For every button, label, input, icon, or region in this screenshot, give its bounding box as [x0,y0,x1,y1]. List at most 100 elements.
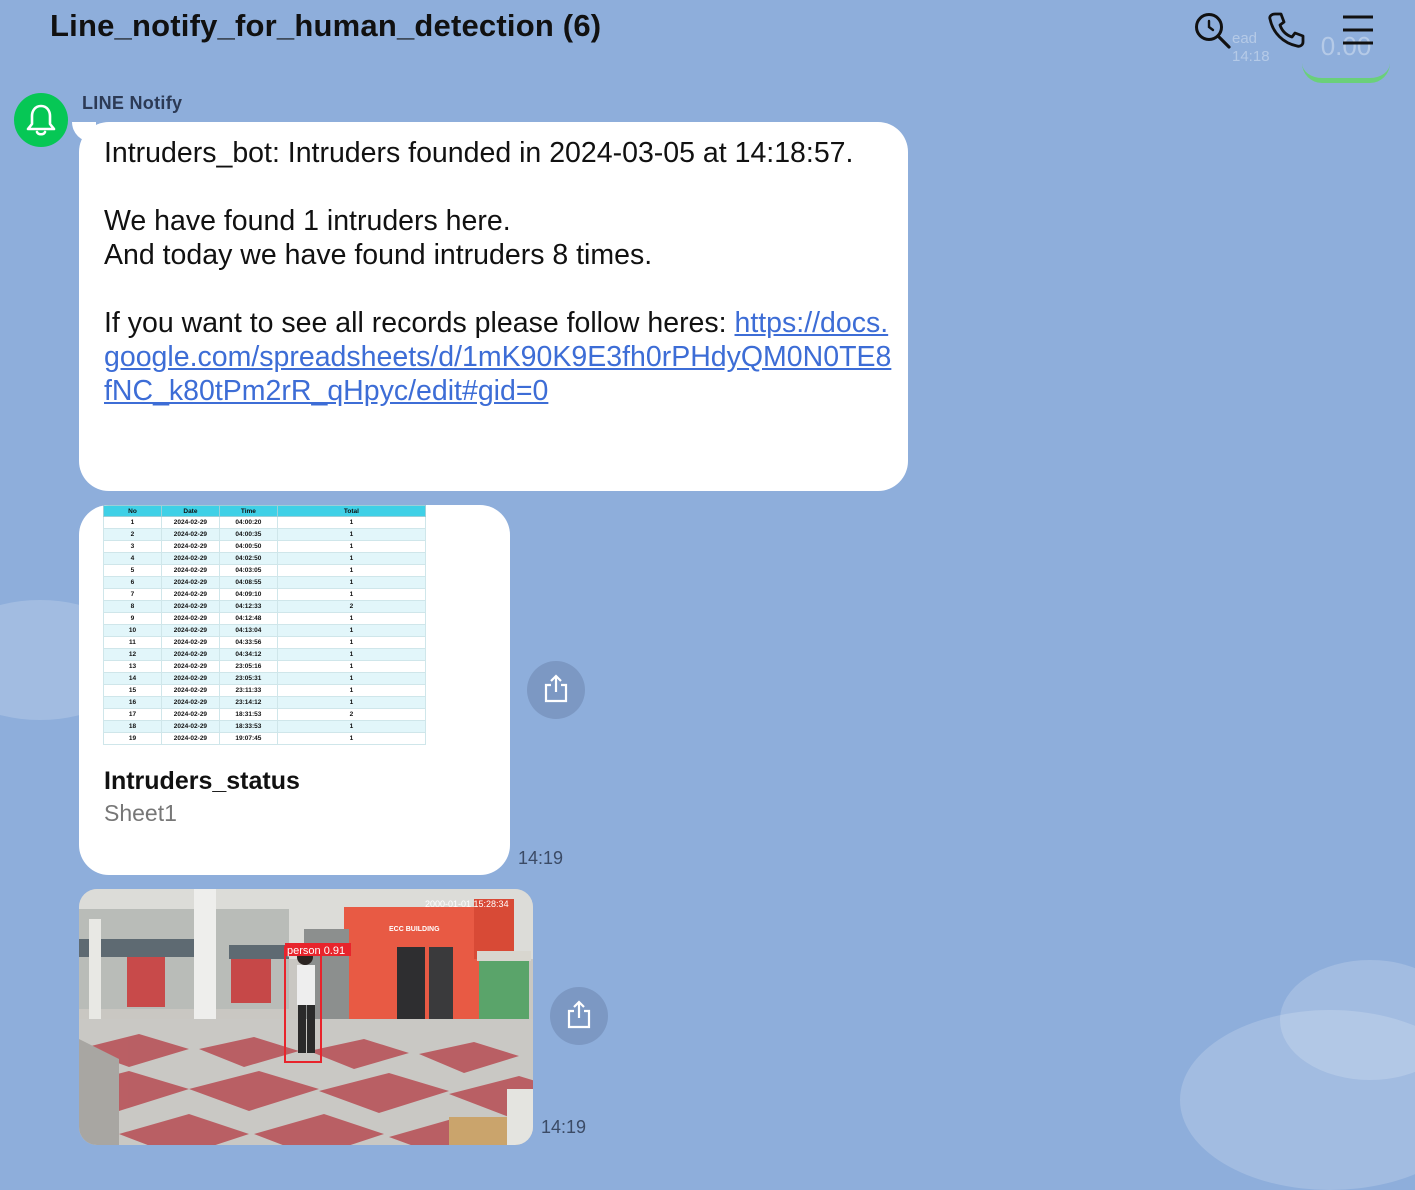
table-cell: 15 [103,684,162,697]
table-row: 13 2024-02-29 23:05:16 1 [103,660,426,673]
table-cell: 2024-02-29 [160,720,220,733]
table-cell: 23:05:31 [218,672,278,685]
table-cell: 2024-02-29 [160,636,220,649]
table-cell: 2 [103,528,162,541]
table-cell: 2024-02-29 [160,588,220,601]
table-cell: 2024-02-29 [160,708,220,721]
table-cell: 2024-02-29 [160,672,220,685]
table-cell: 1 [276,648,426,661]
table-cell: 1 [276,720,426,733]
table-row: 7 2024-02-29 04:09:10 1 [103,588,426,601]
table-cell: 6 [103,576,162,589]
table-row: 3 2024-02-29 04:00:50 1 [103,540,426,553]
table-cell: 1 [103,516,162,529]
table-row: 10 2024-02-29 04:13:04 1 [103,624,426,637]
table-cell: 23:11:33 [218,684,278,697]
spreadsheet-preview-card[interactable]: No Date Time Total 1 2024-02-29 04:00:20 1 2 202… [79,505,510,875]
table-header-cell: Total [276,505,426,517]
share-icon [567,1000,591,1029]
message-text: If you want to see all records please fo… [104,307,735,339]
table-cell: 1 [276,516,426,529]
search-icon[interactable] [1192,10,1232,50]
table-cell: 2024-02-29 [160,732,220,745]
table-header-cell: Time [218,505,278,517]
table-cell: 04:00:35 [218,528,278,541]
notification-message-bubble[interactable]: Intruders_bot: Intruders founded in 2024… [79,122,908,491]
table-row: 16 2024-02-29 23:14:12 1 [103,696,426,709]
table-row: 11 2024-02-29 04:33:56 1 [103,636,426,649]
table-cell: 3 [103,540,162,553]
table-cell: 04:00:50 [218,540,278,553]
table-cell: 1 [276,564,426,577]
message-line: Intruders_bot: Intruders founded in 2024… [104,137,854,169]
share-button[interactable] [527,661,585,719]
table-cell: 17 [103,708,162,721]
table-row: 12 2024-02-29 04:34:12 1 [103,648,426,661]
table-row: 15 2024-02-29 23:11:33 1 [103,684,426,697]
share-icon [544,674,568,703]
share-button[interactable] [550,987,608,1045]
table-cell: 5 [103,564,162,577]
detection-photo[interactable]: ECC BUILDING person 0.91 2000-01-01 15:2… [79,889,533,1145]
chat-header: ead 14:18 0.00 Line_notify_for_human_det… [0,0,1415,83]
table-cell: 1 [276,552,426,565]
table-cell: 18:33:53 [218,720,278,733]
table-row: 18 2024-02-29 18:33:53 1 [103,720,426,733]
table-cell: 1 [276,588,426,601]
table-cell: 04:33:56 [218,636,278,649]
table-cell: 2024-02-29 [160,660,220,673]
table-cell: 1 [276,660,426,673]
table-cell: 12 [103,648,162,661]
table-cell: 23:05:16 [218,660,278,673]
table-cell: 04:08:55 [218,576,278,589]
line-notify-avatar[interactable] [14,93,68,147]
table-row: 8 2024-02-29 04:12:33 2 [103,600,426,613]
table-cell: 2024-02-29 [160,612,220,625]
table-row: 1 2024-02-29 04:00:20 1 [103,516,426,529]
table-row: 6 2024-02-29 04:08:55 1 [103,576,426,589]
table-row: 9 2024-02-29 04:12:48 1 [103,612,426,625]
table-cell: 04:03:05 [218,564,278,577]
table-cell: 2024-02-29 [160,624,220,637]
table-row: 2 2024-02-29 04:00:35 1 [103,528,426,541]
table-cell: 04:09:10 [218,588,278,601]
table-cell: 1 [276,696,426,709]
message-line: We have found 1 intruders here. [104,205,511,237]
menu-icon[interactable] [1340,10,1380,50]
table-cell: 2024-02-29 [160,528,220,541]
bell-icon [26,104,56,136]
table-row: 4 2024-02-29 04:02:50 1 [103,552,426,565]
table-cell: 11 [103,636,162,649]
table-header-cell: No [103,505,162,517]
table-cell: 04:12:48 [218,612,278,625]
table-cell: 04:00:20 [218,516,278,529]
ghost-read-indicator: ead 14:18 [1232,30,1270,65]
table-cell: 23:14:12 [218,696,278,709]
records-table: No Date Time Total 1 2024-02-29 04:00:20 1 2 202… [103,505,426,745]
table-cell: 2024-02-29 [160,552,220,565]
table-row: 14 2024-02-29 23:05:31 1 [103,672,426,685]
table-cell: 2 [276,708,426,721]
table-cell: 1 [276,612,426,625]
table-cell: 2024-02-29 [160,600,220,613]
table-cell: 19:07:45 [218,732,278,745]
detection-label: person 0.91 [287,945,345,957]
table-cell: 1 [276,636,426,649]
table-cell: 4 [103,552,162,565]
sender-name: LINE Notify [82,93,183,113]
table-cell: 2024-02-29 [160,564,220,577]
table-cell: 19 [103,732,162,745]
table-cell: 16 [103,696,162,709]
building-sign-text: ECC BUILDING [389,926,440,933]
phone-icon[interactable] [1266,10,1306,50]
table-row: 19 2024-02-29 19:07:45 1 [103,732,426,745]
message-line: If you want to see all records please fo… [104,306,894,408]
table-cell: 1 [276,672,426,685]
table-cell: 8 [103,600,162,613]
table-cell: 1 [276,624,426,637]
table-cell: 14 [103,672,162,685]
camera-timestamp: 2000-01-01 15:28:34 [425,899,509,909]
spreadsheet-thumbnail: No Date Time Total 1 2024-02-29 04:00:20 1 2 202… [103,505,426,747]
table-cell: 2024-02-29 [160,684,220,697]
table-cell: 2024-02-29 [160,540,220,553]
